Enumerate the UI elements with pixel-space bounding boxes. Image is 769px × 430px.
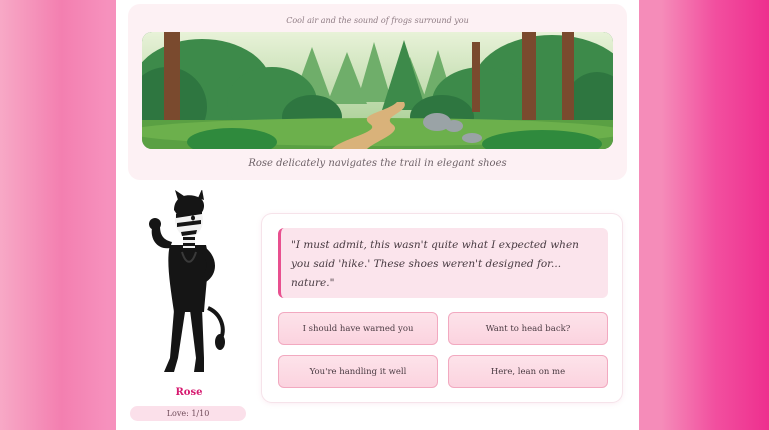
choice-button-head-back[interactable]: Want to head back? (448, 312, 608, 345)
choice-button-warned[interactable]: I should have warned you (278, 312, 438, 345)
forest-scene-image (142, 32, 613, 149)
game-panel: Cool air and the sound of frogs surround… (116, 0, 639, 430)
ambient-text: Cool air and the sound of frogs surround… (286, 16, 469, 25)
dialogue-quote: "I must admit, this wasn't quite what I … (278, 228, 608, 298)
choice-button-lean-on-me[interactable]: Here, lean on me (448, 355, 608, 388)
character-area: Rose Love: 1/10 (130, 188, 248, 424)
scene-card: Cool air and the sound of frogs surround… (128, 4, 627, 180)
dialog-card: "I must admit, this wasn't quite what I … (262, 214, 622, 402)
forest-illustration (142, 32, 613, 149)
character-name: Rose (175, 387, 203, 398)
love-meter: Love: 1/10 (130, 406, 246, 421)
choice-button-handling-well[interactable]: You're handling it well (278, 355, 438, 388)
narration-text: Rose delicately navigates the trail in e… (248, 158, 507, 169)
character-portrait (130, 189, 248, 382)
zebra-character-illustration (149, 189, 225, 372)
